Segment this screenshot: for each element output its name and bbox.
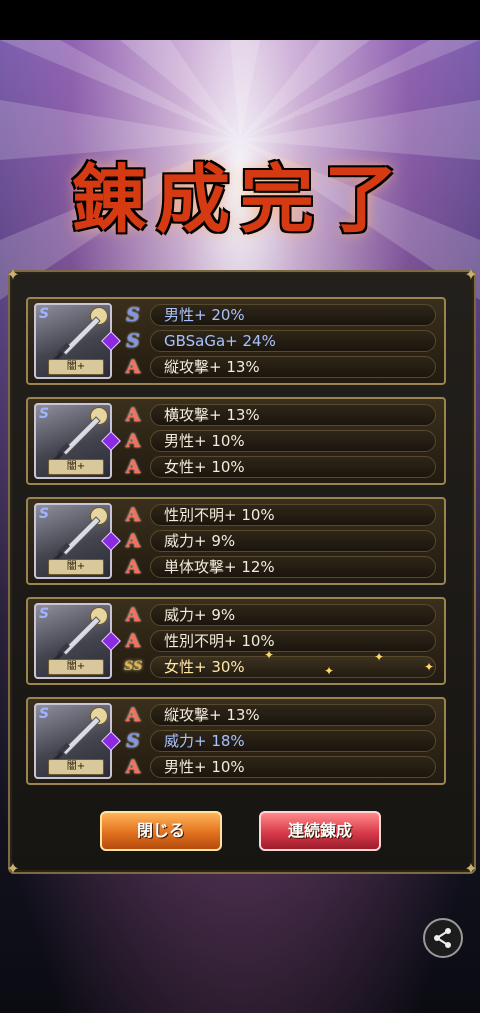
trait-label: 男性+ 10% — [164, 432, 245, 450]
result-card: S 闇+ A 威力+ 9% A 性別不明+ 10% SS 女性+ 30% ✦ ✦ ✦ ✦ — [26, 597, 446, 685]
trait-label: 性別不明+ 10% — [164, 506, 275, 524]
corner-ornament: ✦ — [6, 265, 20, 284]
trait-label: 単体攻撃+ 12% — [164, 558, 275, 576]
rank-a-icon: A — [125, 356, 141, 378]
trait-label: 縦攻撃+ 13% — [164, 358, 260, 376]
trait-row: A 性別不明+ 10% — [124, 504, 438, 526]
trait-row: A 女性+ 10% — [124, 456, 438, 478]
close-button[interactable]: 閉じる — [100, 811, 222, 851]
corner-ornament: ✦ — [464, 265, 478, 284]
element-badge: 闇+ — [48, 759, 104, 775]
element-badge: 闇+ — [48, 659, 104, 675]
trait-row: S GBSaGa+ 24% — [124, 330, 438, 352]
rank-a-icon: A — [125, 756, 141, 778]
result-card: S 闇+ A 横攻撃+ 13% A 男性+ 10% A 女性+ 10% — [26, 397, 446, 485]
rank-s-icon: S — [126, 730, 140, 752]
trait-label: 性別不明+ 10% — [164, 632, 275, 650]
trait-row: A 縦攻撃+ 13% — [124, 704, 438, 726]
rank-a-icon: A — [125, 504, 141, 526]
continue-refine-button[interactable]: 連続錬成 — [259, 811, 381, 851]
trait-label: 威力+ 9% — [164, 606, 236, 624]
trait-row: A 縦攻撃+ 13% — [124, 356, 438, 378]
trait-label: 縦攻撃+ 13% — [164, 706, 260, 724]
result-card: S 闇+ S 男性+ 20% S GBSaGa+ 24% A 縦攻撃+ 13% — [26, 297, 446, 385]
page-title: 錬成完了 — [72, 157, 408, 243]
result-card: S 闇+ A 性別不明+ 10% A 威力+ 9% A 単体攻撃+ 12% — [26, 497, 446, 585]
trait-label: 横攻撃+ 13% — [164, 406, 260, 424]
result-card: S 闇+ A 縦攻撃+ 13% S 威力+ 18% A 男性+ 10% — [26, 697, 446, 785]
trait-row: SS 女性+ 30% ✦ ✦ ✦ ✦ — [124, 648, 438, 678]
element-badge: 闇+ — [48, 359, 104, 375]
trait-label: GBSaGa+ 24% — [164, 332, 276, 350]
rank-s-icon: S — [126, 304, 140, 326]
rank-s-icon: S — [126, 330, 140, 352]
corner-ornament: ✦ — [464, 859, 478, 878]
rank-a-icon: A — [125, 604, 141, 626]
trait-row: A 横攻撃+ 13% — [124, 404, 438, 426]
rank-a-icon: A — [125, 430, 141, 452]
sparkle-icon: ✦ — [374, 650, 385, 664]
element-badge: 闇+ — [48, 459, 104, 475]
sparkle-icon: ✦ — [424, 660, 435, 674]
trait-row: A 男性+ 10% — [124, 430, 438, 452]
rank-a-icon: A — [125, 556, 141, 578]
corner-ornament: ✦ — [6, 859, 20, 878]
trait-label: 威力+ 9% — [164, 532, 236, 550]
share-icon — [434, 928, 451, 948]
rank-ss-icon: SS — [124, 659, 143, 674]
trait-row: S 威力+ 18% — [124, 730, 438, 752]
element-badge: 闇+ — [48, 559, 104, 575]
trait-row: A 威力+ 9% — [124, 604, 438, 626]
trait-label: 男性+ 10% — [164, 758, 245, 776]
rank-a-icon: A — [125, 630, 141, 652]
trait-label: 男性+ 20% — [164, 306, 245, 324]
trait-label: 女性+ 10% — [164, 458, 245, 476]
trait-row: A 威力+ 9% — [124, 530, 438, 552]
trait-row: A 単体攻撃+ 12% — [124, 556, 438, 578]
sparkle-icon: ✦ — [324, 664, 335, 678]
trait-row: S 男性+ 20% — [124, 304, 438, 326]
trait-label: 威力+ 18% — [164, 732, 245, 750]
trait-row: A 男性+ 10% — [124, 756, 438, 778]
rank-a-icon: A — [125, 404, 141, 426]
trait-label: 女性+ 30% — [164, 658, 245, 676]
rank-a-icon: A — [125, 456, 141, 478]
rank-a-icon: A — [125, 530, 141, 552]
share-button[interactable] — [423, 918, 463, 958]
trait-row: A 性別不明+ 10% — [124, 630, 438, 652]
sparkle-icon: ✦ — [264, 648, 275, 662]
rank-a-icon: A — [125, 704, 141, 726]
